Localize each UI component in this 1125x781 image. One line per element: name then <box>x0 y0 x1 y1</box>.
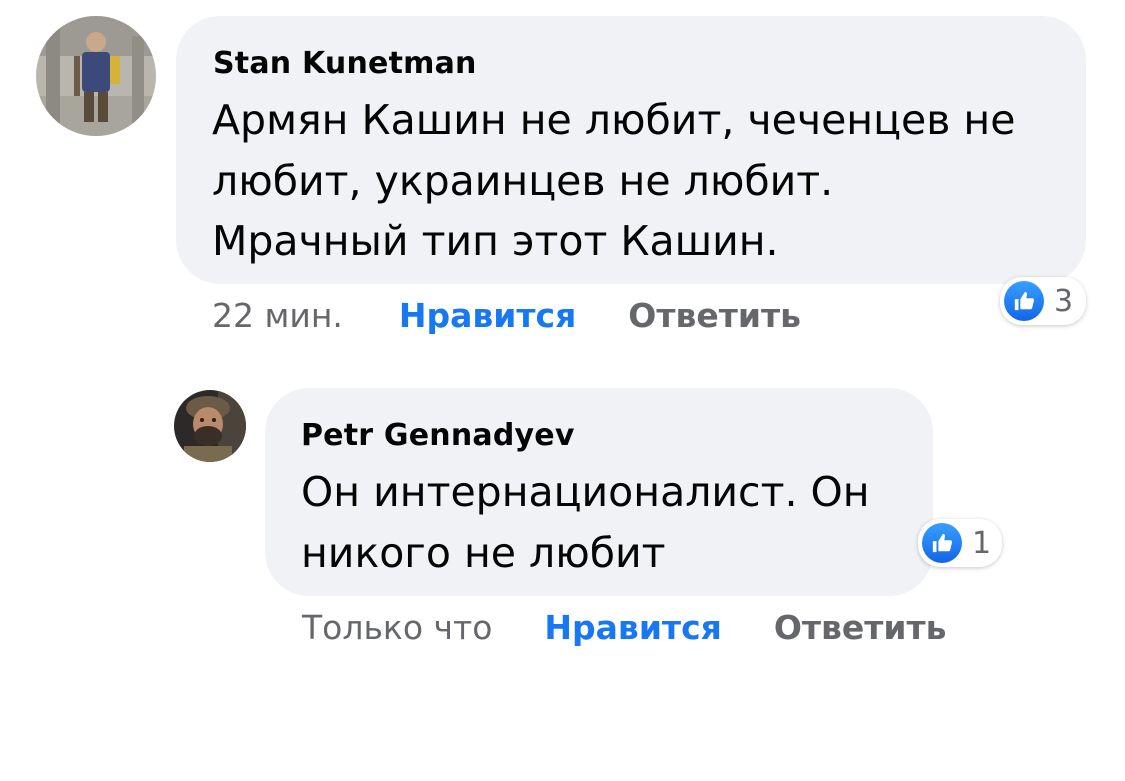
comment-text-line: Армян Кашин не любит, чеченцев не <box>212 96 1016 144</box>
reply-button[interactable]: Ответить <box>628 296 801 335</box>
like-button[interactable]: Нравится <box>544 608 721 647</box>
comment-text-line: любит, украинцев не любит. <box>212 157 834 205</box>
comment-author[interactable]: Petr Gennadyev <box>301 418 575 453</box>
comment-text-line: никого не любит <box>301 529 666 577</box>
like-button[interactable]: Нравится <box>399 296 576 335</box>
reaction-summary[interactable]: 3 <box>1000 277 1086 325</box>
reaction-summary[interactable]: 1 <box>918 519 1002 567</box>
avatar[interactable] <box>174 390 246 462</box>
comment-bubble: Petr Gennadyev Он интернационалист. Он н… <box>265 388 933 596</box>
comment-author[interactable]: Stan Kunetman <box>213 46 477 81</box>
avatar-photo <box>174 390 246 462</box>
avatar[interactable] <box>36 16 156 136</box>
comment-text-line: Он интернационалист. Он <box>301 468 870 516</box>
avatar-photo <box>36 16 156 136</box>
comment-text-line: Мрачный тип этот Кашин. <box>212 217 779 265</box>
comment-timestamp[interactable]: 22 мин. <box>212 296 343 335</box>
comment-bubble: Stan Kunetman Армян Кашин не любит, чече… <box>176 16 1086 284</box>
thumbs-up-icon <box>922 523 962 563</box>
comment-timestamp[interactable]: Только что <box>302 608 492 647</box>
comment-actions: Только что Нравится Ответить <box>302 608 947 647</box>
reply-button[interactable]: Ответить <box>774 608 947 647</box>
reaction-count: 3 <box>1054 283 1074 319</box>
comment-actions: 22 мин. Нравится Ответить <box>212 296 801 335</box>
reaction-count: 1 <box>972 525 992 561</box>
thumbs-up-icon <box>1004 281 1044 321</box>
